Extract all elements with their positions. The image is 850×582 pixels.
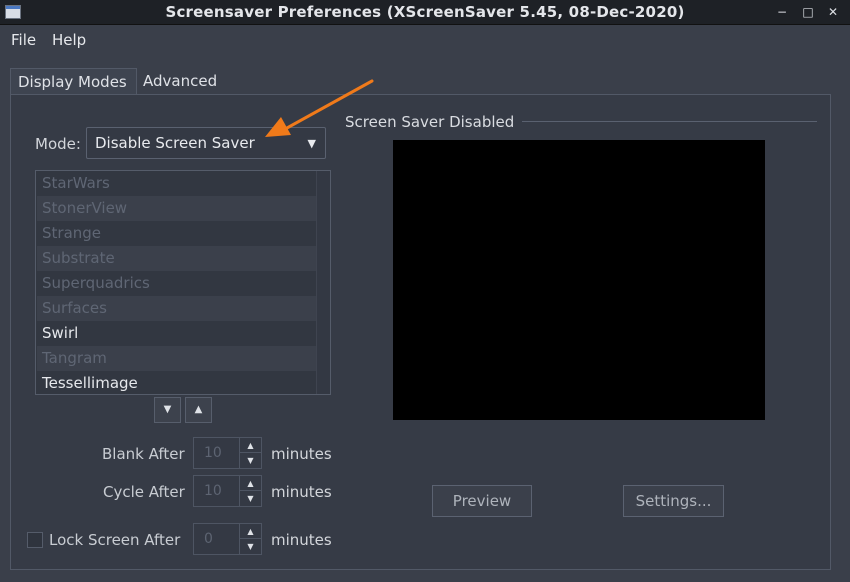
menu-file[interactable]: File — [11, 29, 36, 51]
spin-down-icon[interactable]: ▼ — [239, 453, 261, 468]
cycle-after-value: 10 — [204, 483, 222, 499]
annotation-arrow-icon — [265, 79, 374, 137]
menu-bar: File Help — [0, 25, 850, 53]
section-divider — [522, 121, 817, 122]
cycle-after-unit: minutes — [271, 483, 332, 501]
screensaver-list[interactable]: StarWars StonerView Strange Substrate Su… — [35, 170, 331, 395]
move-up-button[interactable]: ▲ — [185, 397, 212, 423]
lock-after-spinner[interactable]: 0 ▲ ▼ — [193, 523, 262, 555]
settings-button[interactable]: Settings... — [623, 485, 724, 517]
spin-down-icon[interactable]: ▼ — [239, 539, 261, 554]
blank-after-label: Blank After — [102, 445, 185, 463]
arrow-down-icon: ▼ — [163, 404, 172, 415]
lock-after-unit: minutes — [271, 531, 332, 549]
spin-down-icon[interactable]: ▼ — [239, 491, 261, 506]
lock-after-value: 0 — [204, 531, 213, 547]
preview-button[interactable]: Preview — [432, 485, 532, 517]
list-item[interactable]: StarWars — [37, 171, 317, 196]
list-item[interactable]: Tessellimage — [37, 371, 317, 396]
mode-label: Mode: — [35, 135, 81, 153]
preview-area — [393, 140, 765, 420]
spin-up-icon[interactable]: ▲ — [239, 524, 261, 539]
tab-display-modes[interactable]: Display Modes — [10, 68, 137, 95]
cycle-after-label: Cycle After — [103, 483, 185, 501]
cycle-after-spinner[interactable]: 10 ▲ ▼ — [193, 475, 262, 507]
minimize-button[interactable]: − — [773, 3, 791, 21]
close-button[interactable]: ✕ — [824, 3, 842, 21]
list-item[interactable]: Substrate — [37, 246, 317, 271]
window-title: Screensaver Preferences (XScreenSaver 5.… — [165, 3, 685, 21]
list-item[interactable]: Swirl — [37, 321, 317, 346]
lock-screen-label: Lock Screen After — [49, 531, 181, 549]
list-scrollbar[interactable] — [316, 171, 330, 394]
list-item[interactable]: Superquadrics — [37, 271, 317, 296]
blank-after-spinner[interactable]: 10 ▲ ▼ — [193, 437, 262, 469]
title-bar: Screensaver Preferences (XScreenSaver 5.… — [0, 0, 850, 25]
spin-up-icon[interactable]: ▲ — [239, 476, 261, 491]
mode-dropdown-value: Disable Screen Saver — [95, 134, 255, 152]
list-item[interactable]: Tangram — [37, 346, 317, 371]
tab-advanced[interactable]: Advanced — [136, 68, 226, 94]
blank-after-unit: minutes — [271, 445, 332, 463]
list-item[interactable]: StonerView — [37, 196, 317, 221]
blank-after-value: 10 — [204, 445, 222, 461]
move-down-button[interactable]: ▼ — [154, 397, 181, 423]
list-item[interactable]: Surfaces — [37, 296, 317, 321]
menu-help[interactable]: Help — [52, 29, 86, 51]
spin-up-icon[interactable]: ▲ — [239, 438, 261, 453]
list-item[interactable]: Strange — [37, 221, 317, 246]
maximize-button[interactable]: □ — [799, 3, 817, 21]
arrow-up-icon: ▲ — [194, 404, 203, 415]
lock-screen-checkbox[interactable] — [27, 532, 43, 548]
